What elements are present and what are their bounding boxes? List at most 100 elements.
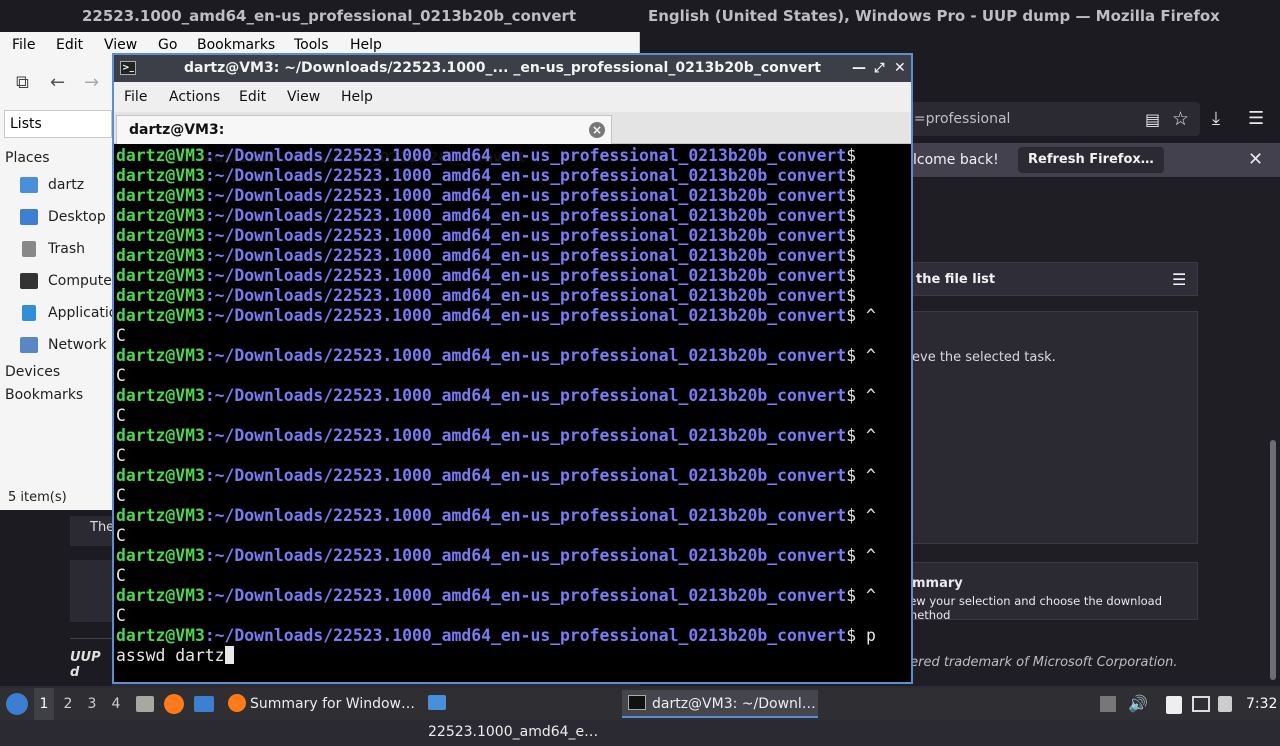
terminal-output-line: C [116,366,911,386]
terminal-output-line: C [116,326,911,346]
prompt-command: ^ [856,586,876,605]
close-window-icon[interactable]: ✕ [894,55,906,82]
workspace-4[interactable]: 4 [106,688,126,720]
terminal-prompt-line: dartz@VM3:~/Downloads/22523.1000_amd64_e… [116,186,911,206]
prompt-path: :~/Downloads/22523.1000_amd64_en-us_prof… [204,266,847,285]
prompt-path: :~/Downloads/22523.1000_amd64_en-us_prof… [204,546,847,565]
prompt-user: dartz@VM3 [116,206,205,225]
task-firefox[interactable]: Summary for Window… [222,690,418,718]
sidebar-item-dartz[interactable]: dartz [20,177,84,193]
bookmark-star-icon[interactable]: ☆ [1172,108,1189,130]
terminal-tab[interactable]: dartz@VM3: ~/Downloads/2252...ofessional… [116,115,612,166]
prompt-command: ^ [856,506,876,525]
prompt-symbol: $ [846,426,857,445]
term-menu-file[interactable]: File [124,82,147,112]
tab-close-icon[interactable]: × [589,122,605,138]
maximize-icon[interactable]: ⤢ [874,55,884,82]
downloads-icon[interactable]: ⤓ [1212,108,1220,129]
prompt-command: ^ [856,306,876,325]
reader-view-icon[interactable]: ▤ [1145,110,1160,129]
file-list-bar[interactable]: the file list ☰ [905,262,1198,296]
firefox-scrollbar[interactable] [1270,440,1276,680]
fm-menu-file[interactable]: File [12,32,35,58]
prompt-symbol: $ [846,206,857,225]
task-terminal[interactable]: dartz@VM3: ~/Downl… [622,690,818,718]
prompt-symbol: $ [846,346,857,365]
prompt-symbol: $ [846,266,857,285]
show-desktop-icon[interactable] [194,696,214,712]
prompt-path: :~/Downloads/22523.1000_amd64_en-us_prof… [204,466,847,485]
output-text: C [116,486,126,505]
firefox-launcher-icon[interactable] [164,694,184,714]
taskbar: 1 2 3 4 Summary for Window… 22523.1000_a… [0,688,1280,740]
side-pane-mode-select[interactable]: Lists [4,110,112,138]
start-menu-icon[interactable] [6,693,28,715]
terminal-prompt-line: dartz@VM3:~/Downloads/22523.1000_amd64_e… [116,286,911,306]
prompt-path: :~/Downloads/22523.1000_amd64_en-us_prof… [204,346,847,365]
item-count-status: 5 item(s) [8,490,67,505]
prompt-path: :~/Downloads/22523.1000_amd64_en-us_prof… [204,306,847,325]
workspace-3[interactable]: 3 [82,688,102,720]
fm-menu-edit[interactable]: Edit [56,32,83,58]
back-arrow-icon[interactable]: ← [50,72,65,93]
folder-icon [428,695,446,710]
close-icon[interactable]: ✕ [1248,143,1263,177]
output-text: C [116,446,126,465]
term-menu-help[interactable]: Help [341,82,373,112]
update-notifier-icon[interactable] [1218,696,1232,712]
file-manager-launcher-icon[interactable] [136,696,154,712]
terminal-prompt-line: dartz@VM3:~/Downloads/22523.1000_amd64_e… [116,586,911,606]
sidebar-item-trash[interactable]: Trash [20,241,85,257]
terminal-menubar: File Actions Edit View Help [114,82,911,112]
prompt-command: p [856,626,876,645]
clipboard-icon[interactable] [1166,696,1182,714]
terminal-prompt-line: dartz@VM3:~/Downloads/22523.1000_amd64_e… [116,306,911,326]
sidebar-item-network[interactable]: Network [20,337,106,353]
forward-arrow-icon[interactable]: → [84,72,99,93]
prompt-user: dartz@VM3 [116,586,205,605]
terminal-output-line: asswd dartz [116,646,911,666]
bookmarks-header[interactable]: Bookmarks [5,387,83,403]
terminal-prompt-line: dartz@VM3:~/Downloads/22523.1000_amd64_e… [116,166,911,186]
prompt-command: ^ [856,386,876,405]
terminal-tabbar: dartz@VM3: ~/Downloads/2252...ofessional… [114,112,911,166]
terminal-prompt-line: dartz@VM3:~/Downloads/22523.1000_amd64_e… [116,346,911,366]
workspace-1[interactable]: 1 [34,688,54,720]
prompt-path: :~/Downloads/22523.1000_amd64_en-us_prof… [204,586,847,605]
workspace-2[interactable]: 2 [58,688,78,720]
firefox-window-title: English (United States), Windows Pro - U… [648,7,1220,25]
terminal-prompt-line: dartz@VM3:~/Downloads/22523.1000_amd64_e… [116,206,911,226]
tray-eject-icon[interactable] [1100,696,1116,712]
terminal-output-line: C [116,606,911,626]
volume-icon[interactable]: 🔊 [1128,688,1148,720]
sidebar-item-applications[interactable]: Applicatio [20,305,117,321]
terminal-titlebar[interactable]: >_ dartz@VM3: ~/Downloads/22523.1000_...… [114,55,911,82]
summary-card[interactable]: mmary iew your selection and choose the … [905,562,1198,622]
prompt-command: ^ [856,466,876,485]
behind-text: The [70,516,114,546]
prompt-user: dartz@VM3 [116,166,205,185]
refresh-firefox-button[interactable]: Refresh Firefox… [1018,147,1164,173]
terminal-prompt-line: dartz@VM3:~/Downloads/22523.1000_amd64_e… [116,246,911,266]
hamburger-menu-icon[interactable]: ☰ [1248,108,1264,129]
task-card: eve the selected task. [905,311,1198,544]
term-menu-edit[interactable]: Edit [239,82,266,112]
output-text: C [116,366,126,385]
prompt-path: :~/Downloads/22523.1000_amd64_en-us_prof… [204,226,847,245]
new-tab-icon[interactable]: ⧉ [16,72,29,93]
terminal-output[interactable]: dartz@VM3:~/Downloads/22523.1000_amd64_e… [114,146,911,682]
prompt-symbol: $ [846,286,857,305]
term-menu-view[interactable]: View [287,82,320,112]
behind-card [70,560,112,622]
monitor-icon[interactable] [1192,696,1210,712]
sidebar-item-computer[interactable]: Compute [20,273,112,289]
minimize-icon[interactable]: — [852,55,866,82]
summary-description: iew your selection and choose the downlo… [906,594,1163,622]
devices-header[interactable]: Devices [5,364,60,380]
term-menu-actions[interactable]: Actions [169,82,220,112]
terminal-app-icon: >_ [120,61,136,75]
prompt-path: :~/Downloads/22523.1000_amd64_en-us_prof… [204,166,847,185]
clock[interactable]: 7:32 [1246,688,1277,720]
sidebar-item-desktop[interactable]: Desktop [20,209,106,225]
task-file-manager[interactable]: 22523.1000_amd64_e… [422,690,618,740]
